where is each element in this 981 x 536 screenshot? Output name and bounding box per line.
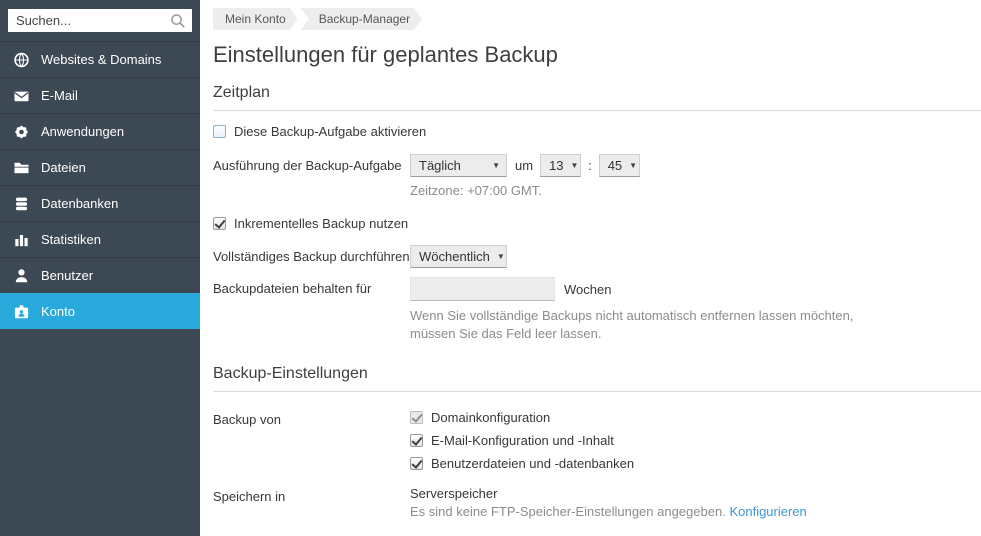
sidebar-item-label: Datenbanken [41,196,119,211]
timezone-hint: Zeitzone: +07:00 GMT. [410,183,542,198]
store-in-row: Speichern in Serverspeicher Es sind kein… [213,485,981,521]
sidebar-item-konto[interactable]: Konto [0,293,200,329]
configure-ftp-link[interactable]: Konfigurieren [729,504,806,519]
user-files-label[interactable]: Benutzerdateien und -datenbanken [431,456,634,471]
hour-select-value: 13 [549,158,564,173]
activate-backup-task-row: Diese Backup-Aufgabe aktivieren [213,124,981,139]
chevron-down-icon: ▼ [492,161,500,170]
full-backup-label: Vollständiges Backup durchführen [213,249,410,264]
minute-select[interactable]: 45 ▼ [598,154,640,177]
section-heading-zeitplan: Zeitplan [213,84,981,111]
activate-backup-task-label[interactable]: Diese Backup-Aufgabe aktivieren [234,124,426,139]
keep-backups-hint: Wenn Sie vollständige Backups nicht auto… [410,308,854,341]
sidebar-item-websites-domains[interactable]: Websites & Domains [0,41,200,77]
sidebar-item-benutzer[interactable]: Benutzer [0,257,200,293]
um-label: um [515,158,534,173]
chevron-down-icon: ▼ [496,252,505,261]
sidebar-item-label: Dateien [41,160,86,175]
incremental-backup-checkbox[interactable] [213,217,226,230]
minute-select-value: 45 [607,158,623,173]
keep-backups-label: Backupdateien behalten für [213,281,372,296]
breadcrumb-item-backup-manager[interactable]: Backup-Manager [301,8,422,30]
search-input[interactable] [8,9,192,32]
sidebar-item-anwendungen[interactable]: Anwendungen [0,113,200,149]
sidebar-item-label: Statistiken [41,232,101,247]
sidebar-item-label: Benutzer [41,268,94,283]
sidebar-item-email[interactable]: E-Mail [0,77,200,113]
chevron-down-icon: ▼ [629,161,638,170]
activate-backup-task-checkbox[interactable] [213,125,226,138]
incremental-backup-label[interactable]: Inkrementelles Backup nutzen [234,216,408,231]
sidebar-search [0,0,200,41]
run-schedule-label: Ausführung der Backup-Aufgabe [213,158,402,173]
breadcrumb-item-mein-konto[interactable]: Mein Konto [213,8,298,30]
ftp-settings-hint: Es sind keine FTP-Speicher-Einstellungen… [410,504,726,519]
section-heading-backup-einstellungen: Backup-Einstellungen [213,365,981,392]
incremental-backup-row: Inkrementelles Backup nutzen [213,216,981,231]
main-content: Mein Konto Backup-Manager Einstellungen … [200,0,981,536]
keep-backups-row: Backupdateien behalten für Wochen Wenn S… [213,277,981,353]
sidebar-item-dateien[interactable]: Dateien [0,149,200,185]
keep-backups-input[interactable] [410,277,555,301]
backup-content-row: Backup von Domainkonfiguration E-Mail-Ko… [213,408,981,485]
folder-icon [13,160,30,176]
time-colon: : [588,158,592,173]
globe-icon [13,52,30,68]
domain-config-checkbox [410,411,423,424]
run-schedule-row: Ausführung der Backup-Aufgabe Täglich ▼ … [213,154,981,200]
breadcrumb: Mein Konto Backup-Manager [213,8,981,30]
sidebar: Websites & Domains E-Mail [0,0,200,536]
mail-config-label[interactable]: E-Mail-Konfiguration und -Inhalt [431,433,614,448]
database-icon [13,196,30,212]
app-window: Websites & Domains E-Mail [0,0,981,536]
frequency-select[interactable]: Täglich ▼ [410,154,507,177]
bar-chart-icon [13,232,30,248]
run-schedule-controls: Täglich ▼ um 13 ▼ : 45 ▼ [410,154,640,177]
mail-config-row: E-Mail-Konfiguration und -Inhalt [410,433,634,448]
gear-icon [13,124,30,140]
backup-content-options: Domainkonfiguration E-Mail-Konfiguration… [410,408,634,471]
sidebar-item-label: Websites & Domains [41,52,162,67]
user-icon [13,268,30,284]
sidebar-item-datenbanken[interactable]: Datenbanken [0,185,200,221]
frequency-select-value: Täglich [419,158,461,173]
user-files-row: Benutzerdateien und -datenbanken [410,456,634,471]
backup-von-label: Backup von [213,412,281,427]
domain-config-row: Domainkonfiguration [410,410,634,425]
full-backup-select-value: Wöchentlich [419,249,490,264]
full-backup-row: Vollständiges Backup durchführen Wöchent… [213,245,981,268]
store-in-value: Serverspeicher [410,486,498,501]
hour-select[interactable]: 13 ▼ [540,154,582,177]
full-backup-select[interactable]: Wöchentlich ▼ [410,245,507,268]
page-title: Einstellungen für geplantes Backup [213,42,558,67]
sidebar-item-label: Anwendungen [41,124,125,139]
user-files-checkbox[interactable] [410,457,423,470]
search-icon[interactable] [170,13,186,29]
sidebar-item-statistiken[interactable]: Statistiken [0,221,200,257]
domain-config-label: Domainkonfiguration [431,410,551,425]
sidebar-item-label: Konto [41,304,75,319]
sidebar-item-label: E-Mail [41,88,78,103]
chevron-down-icon: ▼ [570,161,579,170]
envelope-icon [13,88,30,104]
id-badge-icon [13,304,30,320]
mail-config-checkbox[interactable] [410,434,423,447]
store-in-label: Speichern in [213,489,286,504]
keep-backups-unit: Wochen [564,281,612,297]
